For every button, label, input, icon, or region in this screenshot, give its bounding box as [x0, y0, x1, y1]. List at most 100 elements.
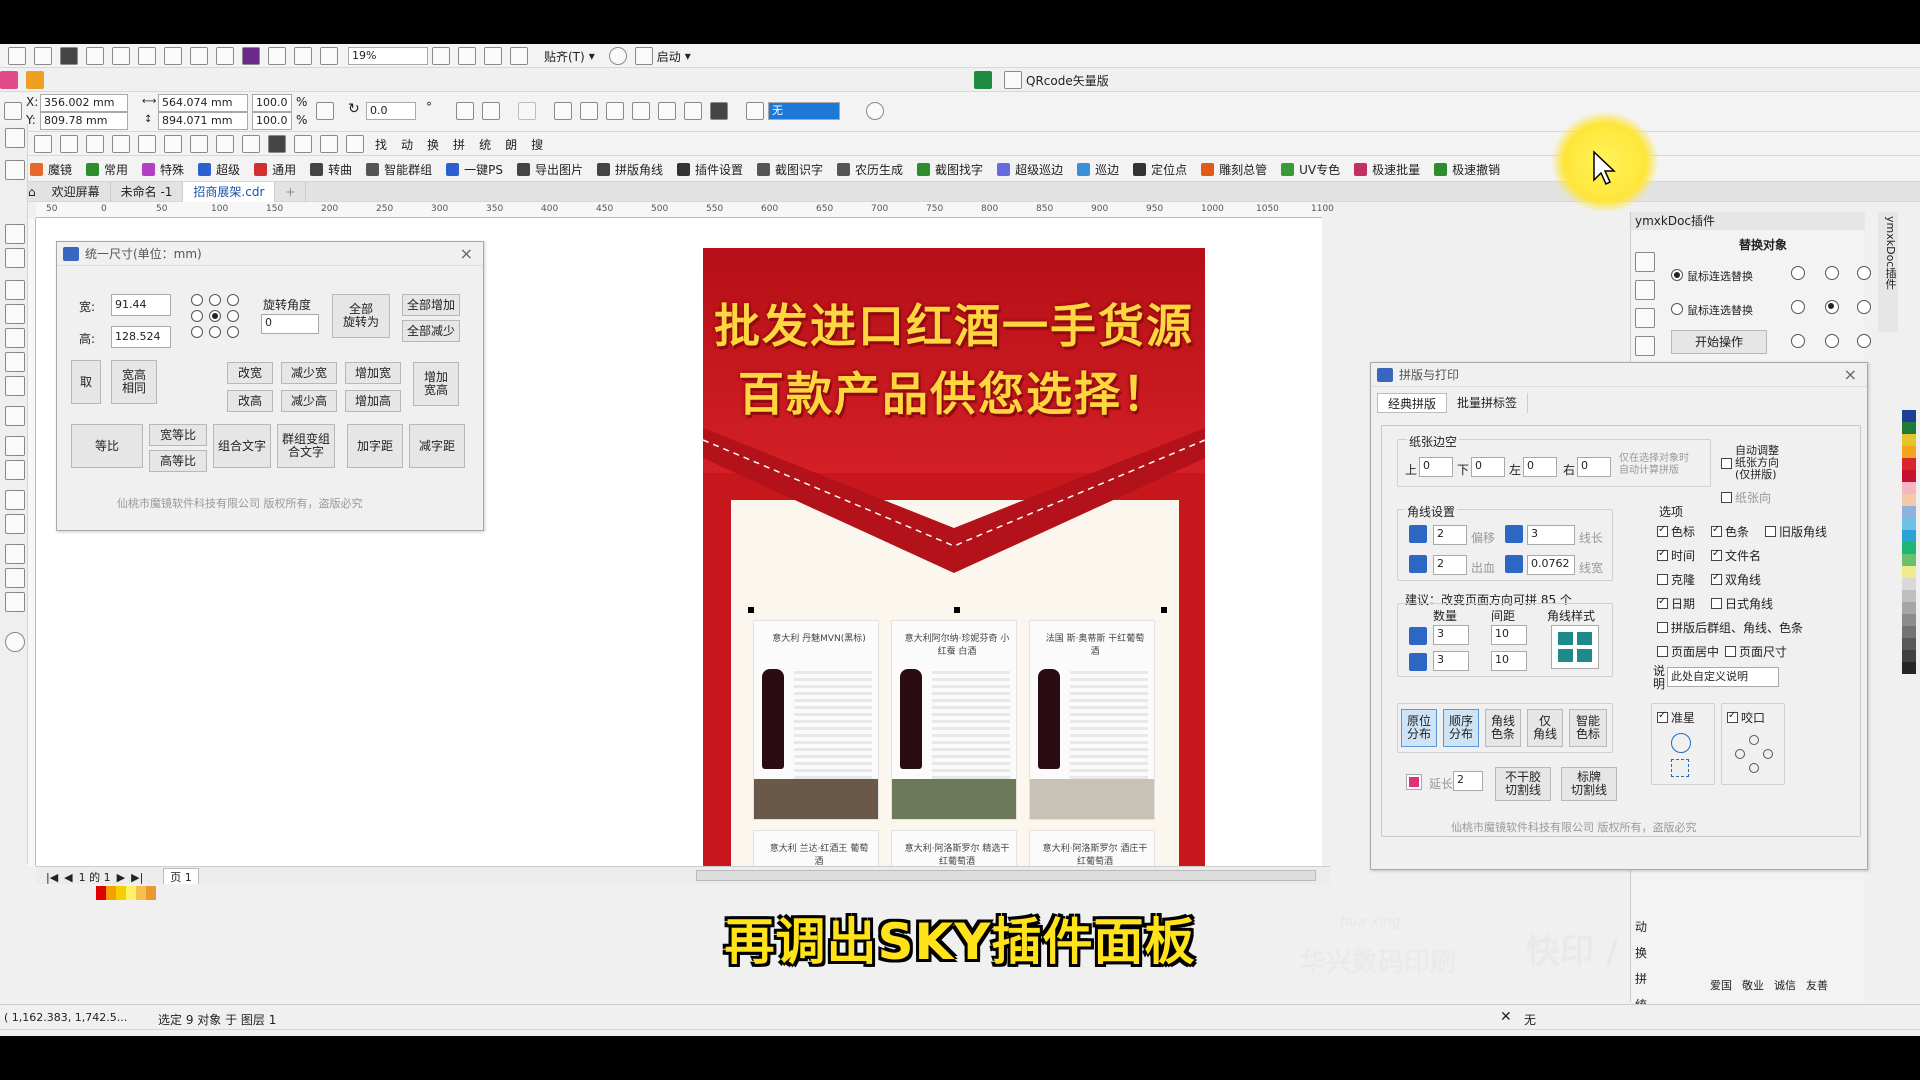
front-minus-back-icon[interactable] [632, 102, 650, 120]
plugin-item[interactable]: 极速批量 [1354, 161, 1420, 178]
x-position-field[interactable]: 356.002 mm [40, 94, 128, 112]
only-corner-button[interactable]: 仅 角线 [1527, 709, 1563, 747]
palette-swatch[interactable] [1902, 566, 1916, 578]
polygon-tool-icon[interactable] [5, 376, 25, 396]
back-minus-front-icon[interactable] [658, 102, 676, 120]
plugin-item[interactable]: UV专色 [1281, 161, 1340, 178]
show-guidelines-icon[interactable] [510, 47, 528, 65]
smart-color-button[interactable]: 智能 色标 [1569, 709, 1607, 747]
anchor-radio[interactable] [209, 326, 221, 338]
date-checkbox[interactable] [1657, 596, 1668, 609]
close-icon[interactable]: × [1844, 363, 1857, 387]
page-icon[interactable] [86, 135, 104, 153]
palette-swatch[interactable] [1902, 542, 1916, 554]
new-file-icon[interactable] [8, 47, 26, 65]
gap-x-field[interactable]: 10 [1491, 625, 1527, 645]
anchor-radio[interactable] [227, 294, 239, 306]
all-add-button[interactable]: 全部增加 [402, 294, 460, 316]
palette-swatch[interactable] [1902, 482, 1916, 494]
slogan-link[interactable]: 敬业 [1742, 977, 1764, 993]
weld-icon[interactable] [518, 102, 536, 120]
plugin-item[interactable]: 超级巡边 [997, 161, 1063, 178]
replace-option-radio[interactable] [1671, 303, 1683, 315]
wine-card[interactable]: 意大利 兰达·红酒王 葡萄酒 [753, 830, 879, 866]
plugin-item[interactable]: 常用 [86, 161, 128, 178]
frame-mark-icon[interactable] [1671, 759, 1689, 777]
grid-radio[interactable] [1791, 266, 1805, 280]
plugin-item[interactable]: 转曲 [310, 161, 352, 178]
scale-width-field[interactable]: 100.0 [252, 94, 292, 112]
color-mark-checkbox[interactable] [1657, 524, 1668, 537]
plugin-item[interactable]: 极速撤销 [1434, 161, 1500, 178]
plugin-item[interactable]: 插件设置 [677, 161, 743, 178]
anchor-radio[interactable] [227, 310, 239, 322]
print-icon[interactable] [86, 47, 104, 65]
redo-icon[interactable] [216, 47, 234, 65]
plugin-item[interactable]: 农历生成 [837, 161, 903, 178]
palette-swatch[interactable] [1902, 662, 1916, 674]
text-tool-move[interactable]: 动 [401, 136, 413, 153]
no-glue-cut-button[interactable]: 不干胶 切割线 [1495, 767, 1551, 801]
grid-radio[interactable] [1825, 334, 1839, 348]
palette-swatch[interactable] [1902, 410, 1916, 422]
anchor-radio[interactable] [209, 294, 221, 306]
all-rotate-button[interactable]: 全部 旋转为 [332, 294, 390, 338]
corner-color-button[interactable]: 角线 色条 [1485, 709, 1521, 747]
image-icon[interactable] [112, 135, 130, 153]
filename-checkbox[interactable] [1711, 548, 1722, 561]
add-width-button[interactable]: 增加宽 [345, 362, 401, 384]
horizontal-scrollbar[interactable] [696, 870, 1316, 881]
grid-radio[interactable] [1791, 300, 1805, 314]
box-icon[interactable] [60, 135, 78, 153]
ps-icon[interactable] [242, 135, 260, 153]
text-tool-read[interactable]: 朗 [505, 136, 517, 153]
rotation-angle-field[interactable]: 0.0 [366, 102, 416, 120]
corel-connect-icon[interactable] [242, 47, 260, 65]
outline-pen-icon[interactable] [746, 102, 764, 120]
smart-fill-icon[interactable] [5, 592, 25, 612]
interactive-fill-icon[interactable] [5, 568, 25, 588]
tree-icon[interactable] [216, 135, 234, 153]
text-tool-find[interactable]: 找 [375, 136, 387, 153]
docker-tool-icon[interactable] [1635, 336, 1655, 356]
plugin-tool-icon[interactable] [26, 71, 44, 89]
ratio-button[interactable]: 等比 [71, 424, 143, 468]
plugin-item[interactable]: 超级 [198, 161, 240, 178]
palette-swatch[interactable] [1902, 638, 1916, 650]
plugin-item[interactable]: 截图识字 [757, 161, 823, 178]
group-to-text-button[interactable]: 群组变组 合文字 [277, 424, 335, 468]
tab-active-document[interactable]: 招商展架.cdr [183, 182, 276, 202]
tab-classic[interactable]: 经典拼版 [1377, 393, 1448, 413]
double-corner-checkbox[interactable] [1711, 572, 1722, 585]
margin-top-field[interactable]: 0 [1419, 457, 1453, 477]
origin-distribute-button[interactable]: 原位 分布 [1401, 709, 1437, 747]
jp-corner-checkbox[interactable] [1711, 598, 1722, 609]
import-icon[interactable] [268, 47, 286, 65]
paper-dir-checkbox[interactable] [1721, 492, 1732, 503]
intersect-icon[interactable] [580, 102, 598, 120]
close-icon[interactable]: × [460, 242, 473, 266]
qrcode-label[interactable]: QRcode矢量版 [1026, 72, 1109, 89]
palette-swatch[interactable] [1902, 626, 1916, 638]
registration-checkbox[interactable] [1657, 710, 1668, 723]
ellipse-tool-icon[interactable] [5, 352, 25, 372]
pick-tool-icon[interactable] [5, 128, 25, 148]
text-tool-replace[interactable]: 换 [427, 136, 439, 153]
simplify-icon[interactable] [606, 102, 624, 120]
palette-swatch[interactable] [1902, 650, 1916, 662]
grid-radio[interactable] [1857, 266, 1871, 280]
connector-tool-icon[interactable] [5, 460, 25, 480]
cut-icon[interactable] [112, 47, 130, 65]
plugin-item[interactable]: 通用 [254, 161, 296, 178]
palette-swatch[interactable] [1902, 446, 1916, 458]
show-grid-icon[interactable] [484, 47, 502, 65]
plugin-item[interactable]: 巡边 [1077, 161, 1119, 178]
docker-tool-icon[interactable] [1635, 252, 1655, 272]
take-button[interactable]: 取 [71, 360, 101, 404]
width-ratio-button[interactable]: 宽等比 [149, 424, 207, 446]
palette-swatch[interactable] [1902, 578, 1916, 590]
margin-bottom-field[interactable]: 0 [1471, 457, 1505, 477]
plugin-logo-icon[interactable] [0, 71, 18, 89]
first-page-icon[interactable]: |◀ [46, 871, 58, 884]
wine-card[interactable]: 意大利阿尔纳·珍妮芬奇 小红蚕 白酒 [891, 620, 1017, 820]
